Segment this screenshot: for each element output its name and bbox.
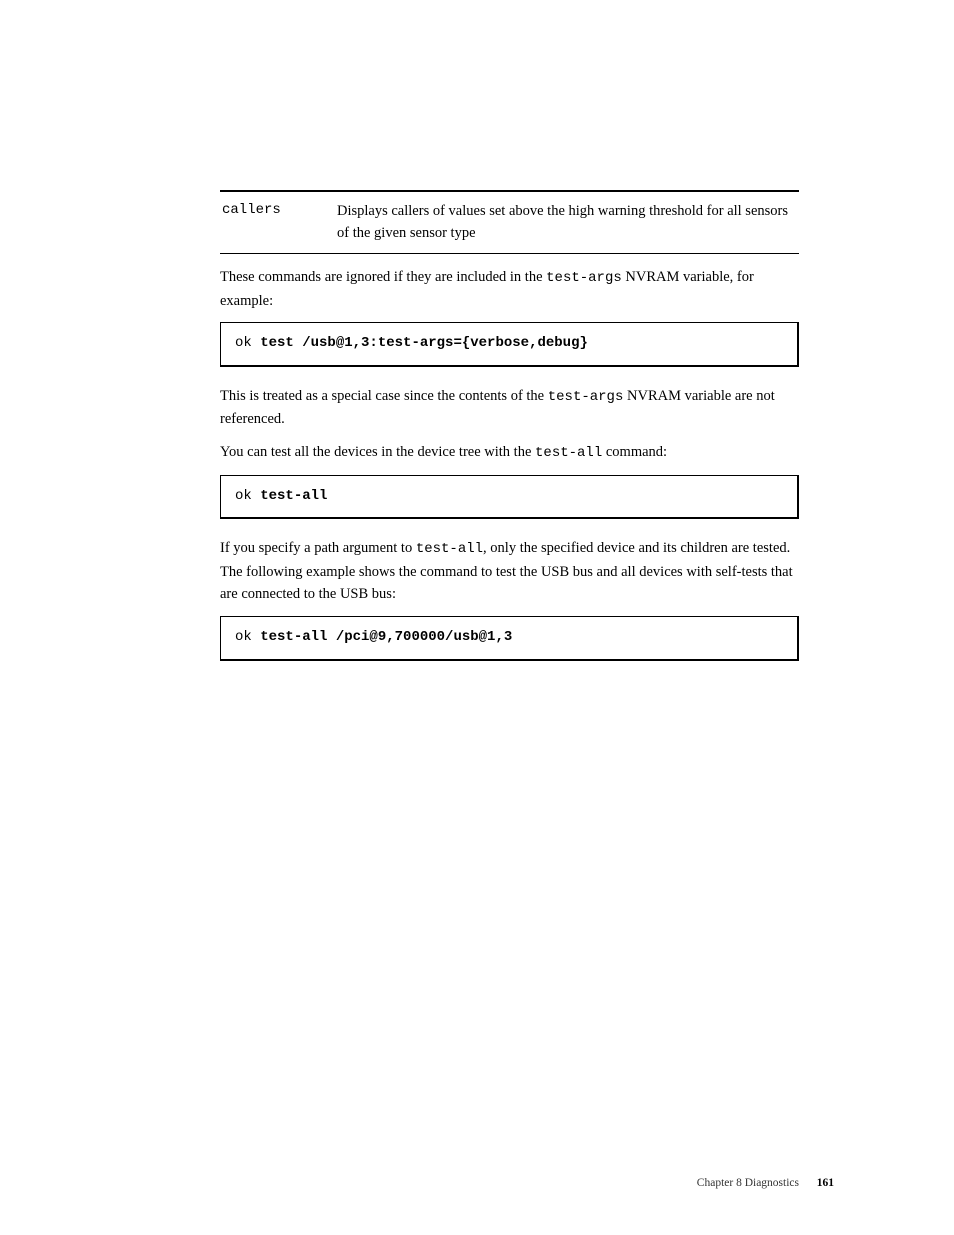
table-cell-description: Displays callers of values set above the… — [337, 200, 797, 245]
prompt: ok — [235, 629, 260, 645]
inline-code: test-all — [535, 445, 602, 461]
document-page: callers Displays callers of values set a… — [0, 0, 954, 1235]
inline-code: test-args — [548, 389, 624, 405]
paragraph-2: This is treated as a special case since … — [220, 385, 799, 431]
text: You can test all the devices in the devi… — [220, 444, 535, 460]
paragraph-4: If you specify a path argument to test-a… — [220, 537, 799, 606]
command: test /usb@1,3:test-args={verbose,debug} — [260, 335, 588, 351]
table-cell-keyword: callers — [222, 200, 337, 245]
text: If you specify a path argument to — [220, 540, 416, 556]
footer-pagenum: 161 — [817, 1175, 834, 1193]
table-row: callers Displays callers of values set a… — [220, 192, 799, 253]
command: test-all /pci@9,700000/usb@1,3 — [260, 629, 512, 645]
prompt: ok — [235, 488, 260, 504]
prompt: ok — [235, 335, 260, 351]
command: test-all — [260, 488, 327, 504]
text: This is treated as a special case since … — [220, 388, 548, 404]
keyword-table: callers Displays callers of values set a… — [220, 190, 799, 254]
paragraph-3: You can test all the devices in the devi… — [220, 441, 799, 465]
inline-code: test-args — [546, 270, 622, 286]
code-block-2: ok test-all — [220, 475, 799, 520]
table-bottom-rule — [220, 253, 799, 254]
code-block-1: ok test /usb@1,3:test-args={verbose,debu… — [220, 322, 799, 367]
paragraph-1: These commands are ignored if they are i… — [220, 266, 799, 312]
text: These commands are ignored if they are i… — [220, 269, 546, 285]
text: command: — [602, 444, 667, 460]
code-block-3: ok test-all /pci@9,700000/usb@1,3 — [220, 616, 799, 661]
footer-chapter: Chapter 8 Diagnostics — [697, 1175, 799, 1193]
inline-code: test-all — [416, 541, 483, 557]
